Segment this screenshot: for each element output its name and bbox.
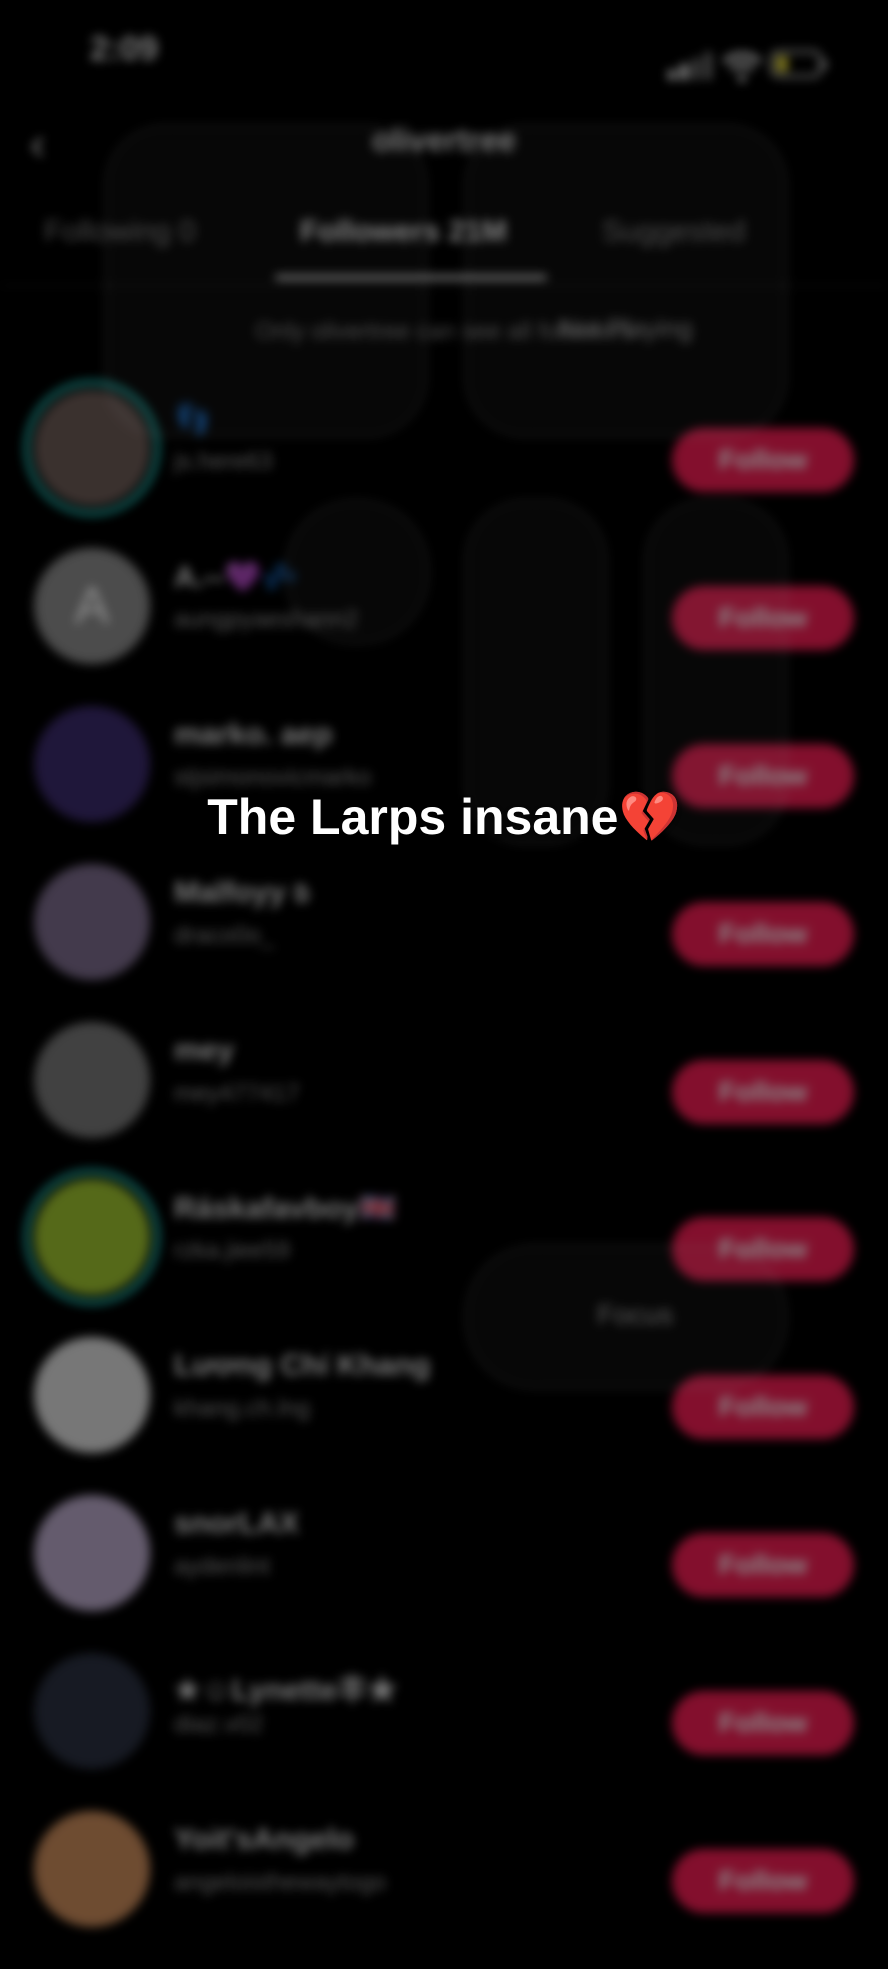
follower-handle: angeloisthewaytogo: [174, 1869, 387, 1897]
follower-row[interactable]: Malfoyy ಠಿ draco0o_ Follow: [0, 863, 888, 1022]
follower-row[interactable]: Yoit'sAngelo angeloisthewaytogo Follow: [0, 1811, 888, 1969]
follower-name: Lương Chí Khang: [174, 1349, 431, 1383]
status-bar: 2:09: [0, 0, 888, 100]
avatar[interactable]: [34, 1337, 150, 1454]
follow-button[interactable]: Follow: [672, 1533, 854, 1598]
focus-label: Focus: [597, 1299, 674, 1330]
follower-name: marko. aep: [174, 717, 333, 751]
follow-button[interactable]: Follow: [672, 428, 854, 492]
avatar[interactable]: [34, 1653, 150, 1770]
follower-name: A.--💜💤: [174, 560, 299, 594]
cc-now-playing-panel: Not Playing: [465, 125, 787, 437]
follower-name: snorLAX: [174, 1507, 300, 1541]
cc-connectivity-panel: [105, 125, 427, 437]
follower-name: ★☺Lynette丰★: [174, 1674, 398, 1708]
status-time: 2:09: [90, 30, 159, 68]
follower-handle: aydenlint: [174, 1553, 271, 1581]
avatar[interactable]: A: [34, 547, 150, 664]
avatar[interactable]: [34, 1495, 150, 1612]
video-caption: The Larps insane💔: [0, 788, 888, 847]
follow-button[interactable]: Follow: [672, 1849, 854, 1914]
wifi-icon: [722, 52, 762, 82]
follower-handle: khang.ch.lng: [174, 1395, 311, 1423]
avatar[interactable]: [34, 1811, 150, 1928]
follower-row[interactable]: snorLAX aydenlint Follow: [0, 1495, 888, 1653]
follower-name: Malfoyy ಠಿ: [174, 875, 310, 909]
broken-heart-emoji: 💔: [618, 789, 681, 845]
now-playing-label: Not Playing: [559, 313, 693, 343]
blurred-screen-recording: 2:09 ‹ olivertree Following 0 Followers …: [0, 0, 888, 1928]
battery-icon: [770, 50, 827, 78]
follower-row[interactable]: mey mey477417 Follow: [0, 1021, 888, 1180]
follower-row[interactable]: ★☺Lynette丰★ diaz.v02 Follow: [0, 1653, 888, 1811]
follower-handle: diaz.v02: [174, 1711, 264, 1739]
follower-handle: mey477417: [174, 1079, 300, 1107]
follower-name: mey: [174, 1033, 235, 1067]
cc-focus-button: Focus: [465, 1245, 787, 1389]
follow-button[interactable]: Follow: [672, 1059, 854, 1124]
cellular-signal-icon: [668, 52, 712, 80]
avatar[interactable]: [34, 1021, 150, 1138]
follower-handle: js.here63: [174, 448, 273, 475]
cc-orientation-button: [285, 500, 429, 644]
follow-button[interactable]: Follow: [672, 1691, 854, 1756]
follower-name: Yoit'sAngelo: [174, 1823, 354, 1857]
follower-handle: draco0o_: [174, 921, 275, 949]
follow-button[interactable]: Follow: [672, 901, 854, 966]
follower-handle: rzka.jiee59: [174, 1237, 291, 1265]
avatar[interactable]: [34, 863, 150, 980]
avatar[interactable]: [34, 1179, 150, 1296]
caption-text: The Larps insane: [207, 789, 619, 845]
follower-name: Ráskafavboy🇬🇧: [174, 1192, 397, 1226]
